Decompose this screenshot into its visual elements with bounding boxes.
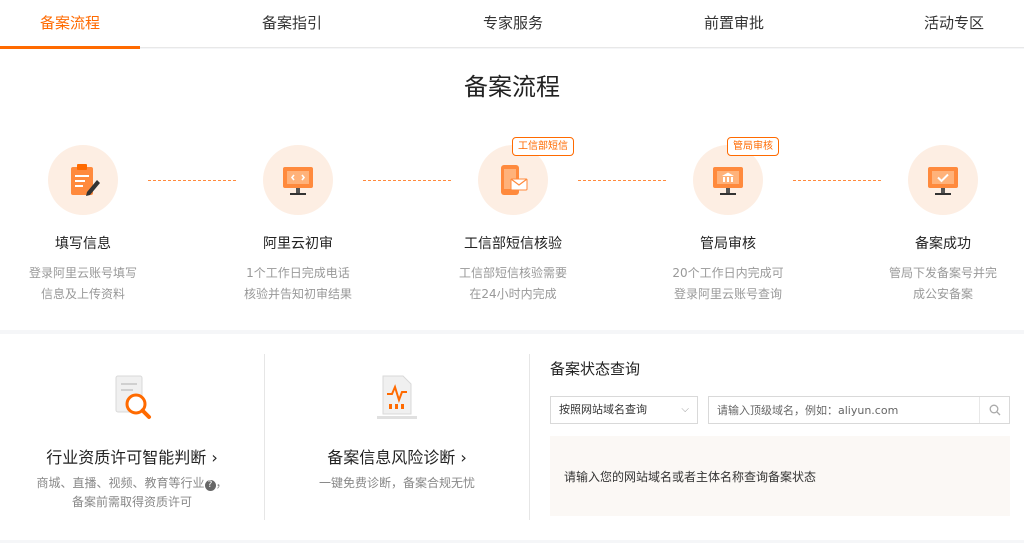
query-title: 备案状态查询: [550, 360, 641, 378]
process-step-fill-info: 填写信息 登录阿里云账号填写 信息及上传资料: [8, 145, 158, 305]
industry-qualification-link[interactable]: 行业资质许可智能判断 ›: [0, 444, 264, 468]
step-name: 管局审核: [700, 236, 756, 252]
step-description: 1个工作日完成电话 核验并告知初审结果: [223, 263, 373, 305]
card-desc-line: 备案前需取得资质许可: [71, 495, 192, 509]
tab-filing-guide[interactable]: 备案指引: [222, 0, 362, 48]
step-circle: [263, 145, 333, 215]
risk-report-icon: [377, 375, 417, 419]
query-type-select[interactable]: 按照网站域名查询 ⌵: [550, 396, 698, 424]
process-title: 备案流程: [464, 73, 560, 101]
step-description: 20个工作日内完成可 登录阿里云账号查询: [653, 263, 803, 305]
monitor-icon: [283, 167, 313, 195]
industry-qualification-card[interactable]: 行业资质许可智能判断 › 商城、直播、视频、教育等行业?， 备案前需取得资质许可: [0, 334, 264, 540]
filing-status-query: 备案状态查询 按照网站域名查询 ⌵ 请输入您的网站域名或者主体名称查询备案状态: [550, 334, 1010, 540]
step-tag-miit-sms: 工信部短信: [512, 137, 574, 156]
phone-message-icon: [501, 165, 528, 195]
step-description: 管局下发备案号并完 成公安备案: [868, 263, 1018, 305]
card-description: 商城、直播、视频、教育等行业?， 备案前需取得资质许可: [20, 474, 244, 512]
tab-pre-approval[interactable]: 前置审批: [664, 0, 804, 48]
step-desc-line: 1个工作日完成电话: [246, 266, 350, 280]
tab-expert-service[interactable]: 专家服务: [443, 0, 583, 48]
tools-section: 行业资质许可智能判断 › 商城、直播、视频、教育等行业?， 备案前需取得资质许可…: [0, 334, 1024, 540]
step-desc-line: 在24小时内完成: [469, 287, 557, 301]
clipboard-edit-icon: [71, 164, 100, 196]
step-description: 工信部短信核验需要 在24小时内完成: [438, 263, 588, 305]
tab-filing-process[interactable]: 备案流程: [0, 0, 140, 49]
tab-activity-zone[interactable]: 活动专区: [884, 0, 1024, 48]
search-icon: [989, 404, 1001, 416]
step-name: 备案成功: [915, 236, 971, 252]
step-desc-line: 管局下发备案号并完: [888, 266, 997, 280]
step-desc-line: 登录阿里云账号填写: [28, 266, 137, 280]
step-name: 工信部短信核验: [464, 236, 562, 252]
document-search-icon: [115, 375, 151, 419]
search-button[interactable]: [979, 397, 1009, 423]
help-icon[interactable]: ?: [204, 480, 216, 491]
card-desc-line: 商城、直播、视频、教育等行业?，: [20, 474, 244, 493]
government-monitor-icon: [713, 167, 743, 195]
domain-input[interactable]: [709, 397, 979, 423]
top-tab-bar: 备案流程 备案指引 专家服务 前置审批 活动专区: [0, 0, 1024, 49]
check-monitor-icon: [928, 167, 958, 195]
column-divider: [529, 354, 530, 520]
chevron-down-icon: ⌵: [681, 404, 689, 415]
chevron-right-icon: ›: [460, 448, 467, 467]
card-title-text: 行业资质许可智能判断: [46, 448, 207, 467]
step-description: 登录阿里云账号填写 信息及上传资料: [8, 263, 158, 305]
step-desc-line: 20个工作日内完成可: [672, 266, 784, 280]
risk-diagnosis-link[interactable]: 备案信息风险诊断 ›: [265, 444, 529, 468]
step-desc-line: 核验并告知初审结果: [243, 287, 352, 301]
card-description: 一键免费诊断，备案合规无忧: [285, 474, 509, 493]
step-name: 阿里云初审: [263, 236, 333, 252]
process-step-aliyun-review: 阿里云初审 1个工作日完成电话 核验并告知初审结果: [223, 145, 373, 305]
card-desc-text: 商城、直播、视频、教育等行业: [36, 476, 205, 490]
card-desc-text: ，: [215, 476, 228, 490]
step-desc-line: 信息及上传资料: [40, 287, 125, 301]
query-result-box: 请输入您的网站域名或者主体名称查询备案状态: [550, 436, 1010, 516]
step-circle: [48, 145, 118, 215]
step-circle: [908, 145, 978, 215]
risk-diagnosis-card[interactable]: 备案信息风险诊断 › 一键免费诊断，备案合规无忧: [265, 334, 529, 540]
process-step-filing-success: 备案成功 管局下发备案号并完 成公安备案: [868, 145, 1018, 305]
step-desc-line: 成公安备案: [912, 287, 973, 301]
chevron-right-icon: ›: [211, 448, 218, 467]
step-desc-line: 工信部短信核验需要: [458, 266, 567, 280]
process-step-sms-verify: 工信部短信 工信部短信核验 工信部短信核验需要 在24小时内完成: [438, 137, 588, 305]
query-result-text: 请输入您的网站域名或者主体名称查询备案状态: [564, 470, 817, 484]
process-step-bureau-review: 管局审核 管局审核 20个工作日内完成可 登录阿里云账号查询: [653, 137, 803, 305]
card-title-text: 备案信息风险诊断: [327, 448, 456, 467]
step-tag-bureau-review: 管局审核: [727, 137, 779, 156]
step-desc-line: 登录阿里云账号查询: [673, 287, 782, 301]
step-circle: 工信部短信: [478, 137, 574, 215]
step-circle: 管局审核: [693, 137, 779, 215]
filing-process-section: 备案流程 填写信息 登录阿里云账号填写 信息及上传资料 阿里云初审 1个工作日完…: [0, 49, 1024, 330]
select-value: 按照网站域名查询: [559, 403, 647, 416]
domain-input-wrapper: [708, 396, 1010, 424]
step-name: 填写信息: [55, 236, 111, 252]
card-desc-line: 一键免费诊断，备案合规无忧: [318, 476, 475, 490]
